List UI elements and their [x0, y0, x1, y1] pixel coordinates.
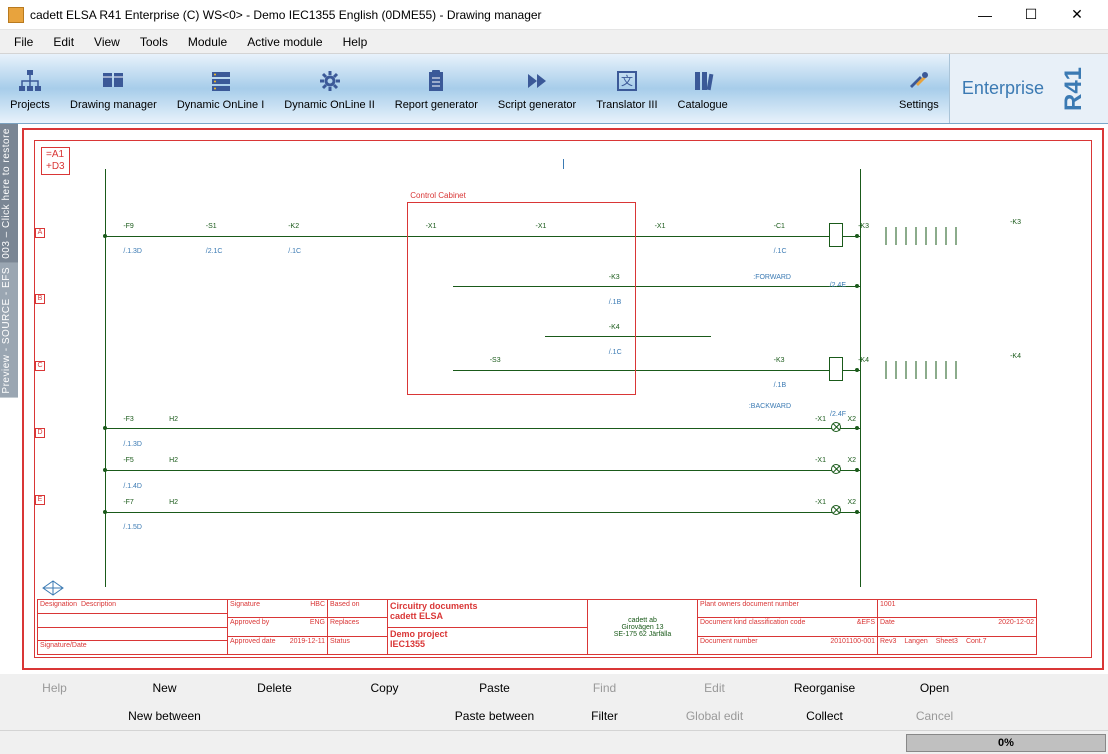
lamp: [831, 464, 841, 474]
tools-icon: [905, 67, 933, 95]
status-bar: 0%: [0, 730, 1108, 754]
svg-text:文: 文: [621, 73, 633, 88]
toolbar-drawing-manager[interactable]: Drawing manager: [60, 54, 167, 123]
gear-icon: [316, 67, 344, 95]
toolbar-script-generator[interactable]: Script generator: [488, 54, 586, 123]
xref-block-k4: -K4: [881, 353, 1021, 389]
global-edit-button[interactable]: Global edit: [660, 702, 770, 730]
title-bar: cadett ELSA R41 Enterprise (C) WS<0> - D…: [0, 0, 1108, 30]
toolbar-projects[interactable]: Projects: [0, 54, 60, 123]
origin-marker-icon: [41, 579, 65, 597]
menu-active-module[interactable]: Active module: [237, 33, 332, 51]
collect-button[interactable]: Collect: [770, 702, 880, 730]
blank-button: [330, 702, 440, 730]
help-button[interactable]: Help: [0, 674, 110, 702]
app-icon: [8, 7, 24, 23]
toolbar-translator[interactable]: 文 Translator III: [586, 54, 667, 123]
row-marker: B: [35, 294, 45, 304]
reorganise-button[interactable]: Reorganise: [770, 674, 880, 702]
row-marker: C: [35, 361, 45, 371]
new-button[interactable]: New: [110, 674, 220, 702]
server-icon: [207, 67, 235, 95]
filter-button[interactable]: Filter: [550, 702, 660, 730]
play-icon: [523, 67, 551, 95]
paste-between-button[interactable]: Paste between: [440, 702, 550, 730]
tree-icon: [16, 67, 44, 95]
close-button[interactable]: ✕: [1054, 0, 1100, 30]
row-marker: E: [35, 495, 45, 505]
cancel-button[interactable]: Cancel: [880, 702, 990, 730]
toolbar-dynamic-online-2[interactable]: Dynamic OnLine II: [274, 54, 384, 123]
toolbar-settings[interactable]: Settings: [889, 54, 949, 123]
blank-button: [0, 702, 110, 730]
side-tab-preview[interactable]: Preview - SOURCE - EFS: [0, 263, 18, 398]
side-tab-restore[interactable]: 003 – Click here to restore: [0, 124, 18, 263]
menu-tools[interactable]: Tools: [130, 33, 178, 51]
lamp: [831, 505, 841, 515]
menu-file[interactable]: File: [4, 33, 43, 51]
menu-module[interactable]: Module: [178, 33, 237, 51]
coil-k4: [829, 357, 843, 381]
toolbar-report-generator[interactable]: Report generator: [385, 54, 488, 123]
toolbar: Projects Drawing manager Dynamic OnLine …: [0, 54, 1108, 124]
control-cabinet: Control Cabinet: [407, 202, 636, 394]
find-button[interactable]: Find: [550, 674, 660, 702]
window-title: cadett ELSA R41 Enterprise (C) WS<0> - D…: [30, 8, 962, 22]
delete-button[interactable]: Delete: [220, 674, 330, 702]
open-button[interactable]: Open: [880, 674, 990, 702]
copy-button[interactable]: Copy: [330, 674, 440, 702]
menu-edit[interactable]: Edit: [43, 33, 84, 51]
toolbar-dynamic-online-1[interactable]: Dynamic OnLine I: [167, 54, 274, 123]
button-bar-2: New between Paste between Filter Global …: [0, 702, 1108, 730]
button-bar-1: Help New Delete Copy Paste Find Edit Reo…: [0, 674, 1108, 702]
coil-k3: [829, 223, 843, 247]
drawing-canvas[interactable]: =A1 +D3 A B C D E: [18, 124, 1108, 674]
xref-block-k3: -K3: [881, 219, 1021, 255]
brand-badge: Enterprise R41: [949, 54, 1108, 123]
new-between-button[interactable]: New between: [110, 702, 220, 730]
paste-button[interactable]: Paste: [440, 674, 550, 702]
row-marker: D: [35, 428, 45, 438]
maximize-button[interactable]: ☐: [1008, 0, 1054, 30]
menu-bar: File Edit View Tools Module Active modul…: [0, 30, 1108, 54]
drawings-icon: [99, 67, 127, 95]
circuit-diagram: Control Cabinet -F9 /.1.3D -S1 /2.1C -K2…: [105, 169, 1021, 587]
lamp: [831, 422, 841, 432]
progress-bar: 0%: [906, 734, 1106, 752]
toolbar-catalogue[interactable]: Catalogue: [668, 54, 738, 123]
translate-icon: 文: [613, 67, 641, 95]
main-area: 003 – Click here to restore Preview - SO…: [0, 124, 1108, 674]
row-marker: A: [35, 228, 45, 238]
edit-button[interactable]: Edit: [660, 674, 770, 702]
clipboard-icon: [422, 67, 450, 95]
menu-view[interactable]: View: [84, 33, 130, 51]
minimize-button[interactable]: —: [962, 0, 1008, 30]
books-icon: [689, 67, 717, 95]
title-block: DesignationDescription Signature/Date Si…: [37, 599, 1089, 655]
blank-button: [220, 702, 330, 730]
menu-help[interactable]: Help: [333, 33, 378, 51]
